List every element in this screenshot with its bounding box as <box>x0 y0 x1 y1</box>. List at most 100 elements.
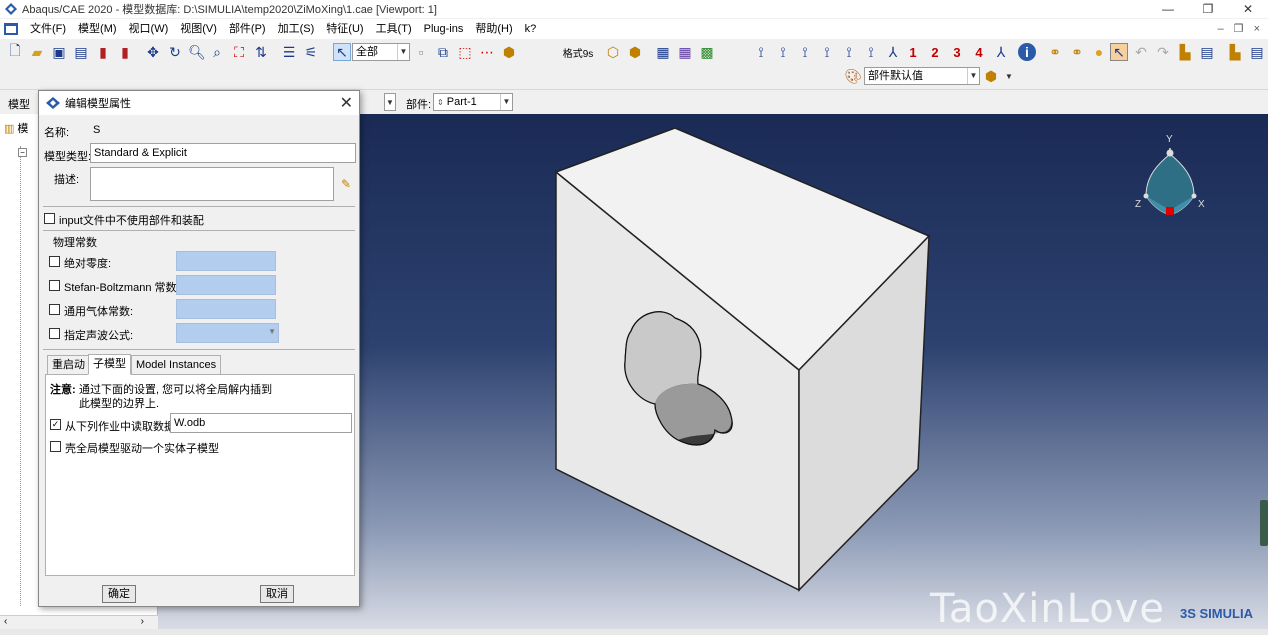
layout-icon[interactable]: ▙ <box>1226 43 1244 61</box>
no-parts-checkbox[interactable] <box>44 213 55 224</box>
shell-to-solid-checkbox[interactable] <box>50 441 61 452</box>
new-file-icon[interactable]: 🗋 <box>6 42 24 61</box>
shaded-icon[interactable]: ⬢ <box>626 43 644 61</box>
user-view-1-button[interactable]: 1 <box>904 43 922 61</box>
tab-submodel[interactable]: 子模型 <box>88 354 131 375</box>
color-code-dropdown-icon[interactable]: ▼ <box>1000 67 1018 85</box>
tab-restart[interactable]: 重启动 <box>47 355 90 375</box>
description-field[interactable] <box>90 167 334 201</box>
mdi-restore-button[interactable]: ❐ <box>1234 19 1244 39</box>
print-icon[interactable]: ▤ <box>72 43 90 61</box>
pan-icon[interactable]: ✥ <box>144 43 162 61</box>
acoustic-wave-select[interactable]: ▼ <box>176 323 279 343</box>
table-icon[interactable]: ▤ <box>1198 43 1216 61</box>
restore-button[interactable]: ❐ <box>1188 0 1228 18</box>
view-right-icon[interactable]: ⟟ <box>862 43 880 61</box>
user-view-2-button[interactable]: 2 <box>926 43 944 61</box>
gas-constant-checkbox[interactable] <box>49 304 60 315</box>
wireframe-icon[interactable]: ⬡ <box>604 43 622 61</box>
scroll-right-icon[interactable]: › <box>141 616 144 627</box>
cycle-views-icon[interactable]: ⇅ <box>252 43 270 61</box>
tab-model-instances[interactable]: Model Instances <box>131 355 222 375</box>
selection-options-icon[interactable]: ⚟ <box>302 43 320 61</box>
select-cursor-icon[interactable]: ↖ <box>333 43 351 61</box>
menu-view[interactable]: 视图(V) <box>174 19 223 39</box>
user-view-3-button[interactable]: 3 <box>948 43 966 61</box>
system-menu-icon[interactable] <box>4 23 18 35</box>
mdi-minimize-button[interactable]: – <box>1218 19 1224 39</box>
menu-file[interactable]: 文件(F) <box>24 19 72 39</box>
view-iso-icon[interactable]: ⅄ <box>884 43 902 61</box>
auto-fit-icon[interactable]: ⛶ <box>230 43 248 61</box>
model-dropdown-icon[interactable]: ▼ <box>384 93 396 111</box>
gas-constant-field[interactable] <box>176 299 276 319</box>
rotate-icon[interactable]: ↻ <box>166 43 184 61</box>
model-tree-tab[interactable]: ▥ 模 <box>4 118 28 138</box>
stefan-boltzmann-checkbox[interactable] <box>49 280 60 291</box>
view-front-icon[interactable]: ⟟ <box>752 43 770 61</box>
menu-part[interactable]: 部件(P) <box>223 19 272 39</box>
cancel-button[interactable]: 取消 <box>260 585 294 603</box>
view-top-icon[interactable]: ⟟ <box>796 43 814 61</box>
view-bottom-icon[interactable]: ⟟ <box>818 43 836 61</box>
select-entities-icon[interactable]: ⋯ <box>478 43 496 61</box>
color-mesh-icon[interactable]: ▩ <box>698 43 716 61</box>
boolean-2-icon[interactable]: ⚭ <box>1068 43 1086 61</box>
close-window-button[interactable]: ✕ <box>1228 0 1268 18</box>
redo-icon[interactable]: ↷ <box>1154 43 1172 61</box>
menu-help[interactable]: 帮助(H) <box>469 19 518 39</box>
view-left-icon[interactable]: ⟟ <box>840 43 858 61</box>
context-help-button[interactable]: k? <box>519 19 543 39</box>
color-palette-icon[interactable]: 🎨︎ <box>844 67 862 85</box>
read-from-job-field[interactable]: W.odb <box>170 413 352 433</box>
user-view-4-button[interactable]: 4 <box>970 43 988 61</box>
save-icon[interactable]: ▣ <box>50 43 68 61</box>
triad-view-icon[interactable]: ⅄ <box>992 43 1010 61</box>
minimize-button[interactable]: — <box>1148 0 1188 18</box>
selection-list-icon[interactable]: ☰ <box>280 43 298 61</box>
mesh-shaded-icon[interactable]: ▦ <box>676 43 694 61</box>
drag-shape-icon[interactable]: ⬚ <box>456 43 474 61</box>
dialog-close-icon[interactable]: ✕ <box>340 93 353 113</box>
selection-shape-icon[interactable]: ⧉ <box>434 43 452 61</box>
box-zoom-icon[interactable]: ⌕ <box>208 43 226 61</box>
table-2-icon[interactable]: ▤ <box>1248 43 1266 61</box>
absolute-zero-field[interactable] <box>176 251 276 271</box>
selection-mode-icon[interactable]: ▫ <box>412 43 430 61</box>
menu-feature[interactable]: 特征(U) <box>320 19 369 39</box>
query-icon[interactable]: ↖ <box>1110 43 1128 61</box>
undo-icon[interactable]: ↶ <box>1132 43 1150 61</box>
dialog-title-bar[interactable]: 编辑模型属性 ✕ <box>39 91 359 115</box>
menu-plugins[interactable]: Plug-ins <box>418 19 470 39</box>
scroll-left-icon[interactable]: ‹ <box>4 616 7 627</box>
read-from-job-checkbox[interactable]: ✓ <box>50 419 61 430</box>
color-code-options-icon[interactable]: ⬢ <box>982 67 1000 85</box>
color-code-select[interactable]: 部件默认值 ▼ <box>864 67 980 85</box>
absolute-zero-checkbox[interactable] <box>49 256 60 267</box>
acoustic-wave-checkbox[interactable] <box>49 328 60 339</box>
info-icon[interactable]: i <box>1018 43 1036 61</box>
menu-shape[interactable]: 加工(S) <box>272 19 321 39</box>
ok-button[interactable]: 确定 <box>102 585 136 603</box>
horizontal-scrollbar[interactable]: ‹ › <box>0 615 158 629</box>
render-options-icon[interactable]: ⬢ <box>500 43 518 61</box>
part-display-icon[interactable]: ▙ <box>1176 43 1194 61</box>
stefan-boltzmann-field[interactable] <box>176 275 276 295</box>
database-icon[interactable]: ▮ <box>94 43 112 61</box>
mdi-close-button[interactable]: × <box>1254 19 1260 39</box>
viewport-side-handle[interactable] <box>1260 500 1268 546</box>
part-select[interactable]: ⇕ Part-1 ▼ <box>433 93 513 111</box>
tree-expander-icon[interactable]: − <box>18 148 27 157</box>
menu-viewport[interactable]: 视口(W) <box>123 19 175 39</box>
boolean-icon[interactable]: ⚭ <box>1046 43 1064 61</box>
sphere-icon[interactable]: ● <box>1090 43 1108 61</box>
database-save-icon[interactable]: ▮ <box>116 43 134 61</box>
view-back-icon[interactable]: ⟟ <box>774 43 792 61</box>
selection-filter-select[interactable]: 全部 ▼ <box>352 43 410 61</box>
mesh-icon[interactable]: ▦ <box>654 43 672 61</box>
render-style-label[interactable]: 格式9s <box>558 43 598 61</box>
open-folder-icon[interactable]: ▰ <box>28 43 46 61</box>
edit-pencil-icon[interactable]: ✎ <box>341 177 351 191</box>
menu-tools[interactable]: 工具(T) <box>370 19 418 39</box>
menu-model[interactable]: 模型(M) <box>72 19 123 39</box>
